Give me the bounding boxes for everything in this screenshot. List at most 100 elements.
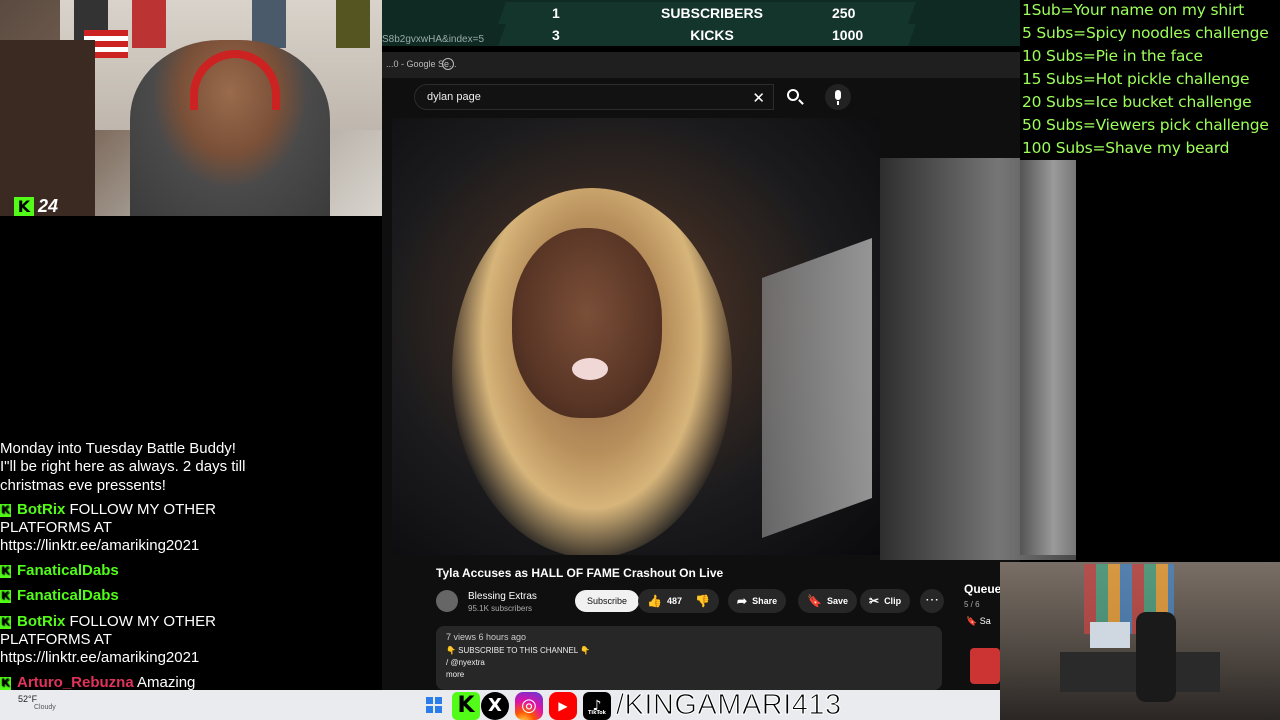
- kick-icon: K: [0, 677, 11, 690]
- search-input[interactable]: dylan page ✕: [414, 84, 774, 110]
- scissors-icon: ✂: [869, 594, 880, 608]
- browser-tab-strip: ...0 - Google Se...: [382, 52, 1020, 78]
- goal-item: 5 Subs=Spicy noodles challenge: [1022, 24, 1269, 42]
- youtube-page: dylan page ✕: [382, 78, 1077, 560]
- queue-save-label: Sa: [979, 616, 991, 626]
- save-label: Save: [826, 596, 848, 606]
- description-more[interactable]: more: [446, 670, 464, 679]
- chat-message: K BotRix FOLLOW MY OTHER: [0, 501, 216, 519]
- chat-message: K FanaticalDabs: [0, 562, 119, 580]
- gaming-chair: [1136, 612, 1176, 702]
- chat-line: https://linktr.ee/amariking2021: [0, 649, 200, 666]
- monitor: [1090, 622, 1130, 648]
- thumbs-up-icon: 👍: [647, 594, 662, 608]
- chat-overlay: Monday into Tuesday Battle Buddy! I"ll b…: [0, 440, 390, 700]
- chat-text: Amazing: [137, 674, 196, 691]
- bookmark-icon: 🔖: [807, 594, 822, 608]
- kick-viewer-badge: K 24: [14, 196, 58, 216]
- thumbs-down-icon[interactable]: 👎: [695, 594, 710, 608]
- chat-message: K FanaticalDabs: [0, 587, 119, 605]
- kicks-label: KICKS: [690, 27, 734, 43]
- share-button[interactable]: ➦ Share: [728, 589, 787, 613]
- share-icon: ➦: [737, 594, 748, 608]
- subscribers-counter: 1 SUBSCRIBERS 250: [497, 2, 917, 24]
- kick-logo-icon: K: [14, 196, 34, 216]
- clear-search-icon[interactable]: ✕: [752, 89, 765, 107]
- weather-desc: Cloudy: [34, 704, 56, 711]
- video-meta: Tyla Accuses as HALL OF FAME Crashout On…: [382, 560, 1020, 690]
- queue-count: 5 / 6: [964, 600, 980, 609]
- chat-username: FanaticalDabs: [17, 562, 119, 579]
- microphone-icon: [835, 90, 841, 105]
- goal-item: 20 Subs=Ice bucket challenge: [1022, 93, 1252, 111]
- like-button[interactable]: 👍 487 👎: [638, 589, 719, 613]
- video-title: Tyla Accuses as HALL OF FAME Crashout On…: [436, 566, 724, 580]
- goal-item: 15 Subs=Hot pickle challenge: [1022, 70, 1250, 88]
- chat-line: christmas eve pressents!: [0, 477, 166, 494]
- video-subject-mouth: [572, 358, 608, 380]
- save-button[interactable]: 🔖 Save: [798, 589, 857, 613]
- video-window-light: [762, 237, 872, 539]
- globe-icon: [442, 58, 454, 70]
- chat-line: Monday into Tuesday Battle Buddy!: [0, 440, 236, 457]
- right-video-edge: [1020, 160, 1076, 555]
- subscribers-label: SUBSCRIBERS: [661, 5, 763, 21]
- description-box[interactable]: 7 views 6 hours ago 👇 SUBSCRIBE TO THIS …: [436, 626, 942, 690]
- chat-line: I"ll be right here as always. 2 days til…: [0, 458, 246, 475]
- instagram-icon: ◎: [515, 692, 543, 720]
- share-label: Share: [752, 596, 778, 606]
- goal-item: 50 Subs=Viewers pick challenge: [1022, 116, 1269, 134]
- tiktok-icon: ♪ TikTok: [583, 692, 611, 720]
- dresser: [0, 40, 95, 216]
- description-line[interactable]: / @nyextra: [446, 658, 485, 667]
- chat-username: Arturo_Rebuzna: [17, 674, 134, 691]
- chat-line: https://linktr.ee/amariking2021: [0, 537, 200, 554]
- search-button[interactable]: [780, 84, 808, 110]
- kick-icon: K: [0, 504, 11, 517]
- kick-social-icon: K: [452, 692, 480, 720]
- chat-line: PLATFORMS AT: [0, 519, 112, 536]
- subscribers-goal: 250: [832, 5, 856, 21]
- kicks-goal: 1000: [832, 27, 864, 43]
- kick-icon: K: [0, 590, 11, 603]
- kick-icon: K: [0, 616, 11, 629]
- channel-avatar[interactable]: [436, 590, 458, 612]
- clip-button[interactable]: ✂ Clip: [860, 589, 911, 613]
- chat-username: BotRix: [17, 501, 66, 518]
- url-fragment: S8b2gvxwHA&index=5: [382, 34, 485, 45]
- queue-save-button[interactable]: 🔖 Sa: [966, 616, 991, 627]
- kick-viewer-count: 24: [38, 196, 59, 216]
- clip-label: Clip: [884, 596, 902, 606]
- chat-text: FOLLOW MY OTHER: [69, 501, 216, 518]
- goal-item: 100 Subs=Shave my beard: [1022, 139, 1230, 157]
- view-stats: 7 views 6 hours ago: [446, 632, 527, 642]
- chat-line: PLATFORMS AT: [0, 631, 112, 648]
- queue-title: Queue: [964, 582, 1002, 596]
- video-player[interactable]: [392, 118, 880, 555]
- video-subject-face: [512, 228, 662, 418]
- room-camera: [1000, 562, 1280, 720]
- voice-search-button[interactable]: [825, 84, 851, 110]
- search-query: dylan page: [427, 91, 481, 103]
- streamer-webcam: K 24: [0, 0, 382, 216]
- like-count: 487: [666, 596, 682, 606]
- description-line: 👇 SUBSCRIBE TO THIS CHANNEL 👇: [446, 646, 591, 655]
- social-taskbar: 52°F Cloudy K X ◎ ▶ ♪ TikTok /KINGAMARI41…: [0, 690, 1000, 720]
- more-actions-button[interactable]: ⋯: [920, 589, 944, 613]
- chat-message: K BotRix FOLLOW MY OTHER: [0, 613, 216, 631]
- kicks-counter: 3 KICKS 1000: [497, 24, 917, 46]
- chat-username: FanaticalDabs: [17, 587, 119, 604]
- channel-name[interactable]: Blessing Extras: [468, 591, 537, 602]
- goal-item: 1Sub=Your name on my shirt: [1022, 1, 1245, 19]
- queue-thumbnail[interactable]: [970, 648, 1000, 684]
- wall-poster: [132, 0, 166, 48]
- subscribe-button[interactable]: Subscribe: [575, 590, 639, 612]
- right-background: [1076, 160, 1280, 560]
- youtube-icon: ▶: [549, 692, 577, 720]
- weather-temp: 52°F: [18, 694, 38, 704]
- subscribers-current: 1: [552, 5, 560, 21]
- goal-item: 10 Subs=Pie in the face: [1022, 47, 1203, 65]
- tiktok-label: TikTok: [588, 710, 606, 716]
- windows-start-icon[interactable]: [426, 697, 442, 713]
- kicks-current: 3: [552, 27, 560, 43]
